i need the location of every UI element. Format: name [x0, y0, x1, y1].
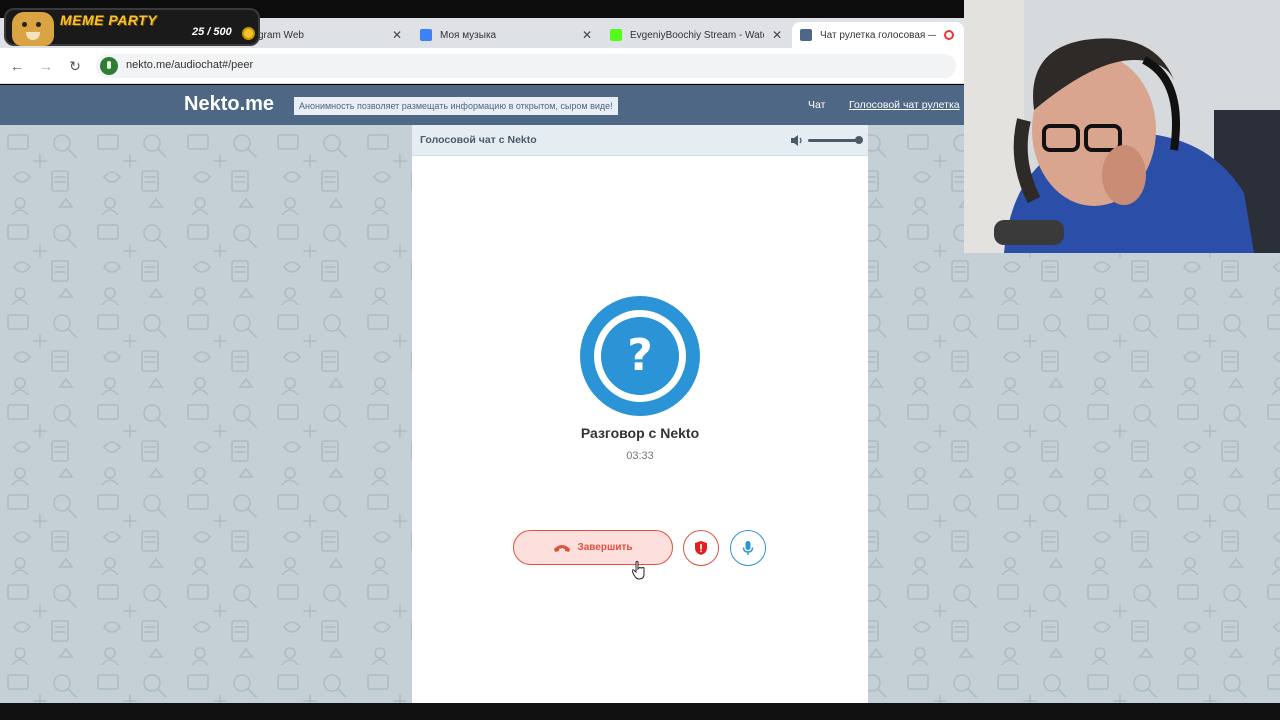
tab-telegram[interactable]: gram Web ✕	[250, 22, 410, 48]
site-tagline: Анонимность позволяет размещать информац…	[294, 97, 618, 115]
microphone-button[interactable]	[730, 530, 766, 566]
reload-icon[interactable]: ↻	[66, 57, 84, 75]
peer-avatar: ?	[580, 296, 700, 416]
shield-warning-icon	[695, 541, 707, 555]
nav-voice-chat-link[interactable]: Голосовой чат рулетка	[849, 99, 960, 111]
call-timer: 03:33	[626, 450, 654, 462]
tab-music[interactable]: Моя музыка ✕	[412, 22, 600, 48]
meme-party-widget: MEME PARTY 25 / 500	[4, 8, 260, 46]
meme-party-score: 25 / 500	[192, 26, 232, 38]
conversation-title: Разговор с Nekto	[580, 425, 700, 441]
tab-label: EvgeniyBoochiy Stream - Watch	[630, 29, 764, 41]
nav-chat-link[interactable]: Чат	[808, 99, 825, 111]
kick-icon	[610, 29, 622, 41]
music-icon	[420, 29, 432, 41]
nekto-icon	[800, 29, 812, 41]
end-call-button[interactable]: Завершить	[513, 530, 673, 565]
address-bar-row: ← → ↻ nekto.me/audiochat#/peer	[0, 48, 964, 84]
url-bar[interactable]: nekto.me/audiochat#/peer	[96, 54, 956, 78]
close-icon[interactable]: ✕	[772, 28, 782, 42]
avatar-ring: ?	[594, 310, 686, 402]
coin-icon	[242, 27, 255, 40]
hang-up-icon	[554, 544, 571, 552]
doge-icon	[12, 12, 54, 46]
panel-header: Голосовой чат с Nekto	[412, 125, 868, 156]
site-header: Nekto.me Анонимность позволяет размещать…	[0, 85, 964, 125]
panel-title: Голосовой чат с Nekto	[420, 134, 537, 146]
tab-label: Моя музыка	[440, 29, 497, 41]
close-icon[interactable]: ✕	[582, 28, 592, 42]
webcam-feed-image	[964, 0, 1280, 253]
volume-icon[interactable]	[790, 134, 804, 147]
site-logo[interactable]: Nekto.me	[184, 93, 274, 116]
report-button[interactable]	[683, 530, 719, 566]
tab-stream[interactable]: EvgeniyBoochiy Stream - Watch ✕	[602, 22, 790, 48]
tab-nekto[interactable]: Чат рулетка голосовая —	[792, 22, 964, 48]
hand-cursor-icon	[632, 560, 645, 580]
back-icon[interactable]: ←	[8, 57, 26, 75]
meme-party-title: MEME PARTY	[60, 12, 158, 28]
close-icon[interactable]: ✕	[392, 28, 402, 42]
tab-label: Чат рулетка голосовая —	[820, 29, 936, 41]
tab-label: gram Web	[258, 29, 304, 41]
end-call-label: Завершить	[577, 542, 633, 553]
streamer-webcam	[964, 0, 1280, 253]
volume-slider-handle[interactable]	[855, 136, 863, 144]
recording-icon	[944, 30, 954, 40]
question-mark-icon: ?	[627, 330, 653, 381]
volume-slider[interactable]	[808, 139, 858, 142]
microphone-permission-icon[interactable]	[100, 57, 118, 75]
microphone-icon	[742, 541, 754, 555]
bottom-strip	[0, 703, 1280, 720]
voice-chat-panel: Голосовой чат с Nekto ? Разговор с Nekto…	[412, 125, 868, 703]
url-text: nekto.me/audiochat#/peer	[126, 59, 254, 71]
forward-icon[interactable]: →	[37, 57, 55, 75]
